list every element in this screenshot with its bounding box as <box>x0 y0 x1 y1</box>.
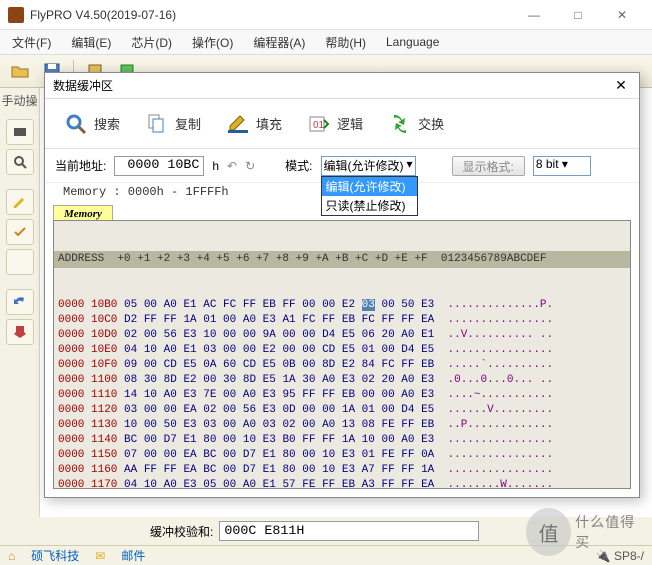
mode-option-readonly[interactable]: 只读(禁止修改) <box>322 196 417 215</box>
checksum-field[interactable] <box>219 521 479 541</box>
dock-prog-icon[interactable] <box>6 319 34 345</box>
menu-file[interactable]: 文件(F) <box>8 32 55 53</box>
mode-label: 模式: <box>285 157 312 174</box>
mode-dropdown: 编辑(允许修改) 只读(禁止修改) <box>321 176 418 216</box>
swap-button[interactable]: 交换 <box>379 107 452 141</box>
hex-header: ADDRESS +0 +1 +2 +3 +4 +5 +6 +7 +8 +9 +A… <box>54 251 630 268</box>
hex-row[interactable]: 0000 1140 BC 00 D7 E1 80 00 10 E3 B0 FF … <box>54 433 630 448</box>
home-icon[interactable]: ⌂ <box>8 549 15 563</box>
chevron-down-icon: ▾ <box>406 157 412 171</box>
svg-text:01: 01 <box>313 120 325 131</box>
menu-programmer[interactable]: 编程器(A) <box>249 32 309 53</box>
search-button[interactable]: 搜索 <box>55 107 128 141</box>
hex-row[interactable]: 0000 10D0 02 00 56 E3 10 00 00 9A 00 00 … <box>54 328 630 343</box>
menu-language[interactable]: Language <box>382 33 443 51</box>
device-name: SP8-/ <box>614 549 644 563</box>
swap-icon <box>387 111 413 137</box>
mail-icon[interactable]: ✉ <box>95 549 105 563</box>
mail-link[interactable]: 邮件 <box>121 547 145 564</box>
menu-edit[interactable]: 编辑(E) <box>67 32 115 53</box>
format-button[interactable]: 显示格式: <box>452 156 525 176</box>
hex-row[interactable]: 0000 10B0 05 00 A0 E1 AC FC FF EB FF 00 … <box>54 298 630 313</box>
logic-button[interactable]: 01逻辑 <box>298 107 371 141</box>
dock-edit-icon[interactable] <box>6 189 34 215</box>
left-dock-label: 手动操 <box>1 92 37 109</box>
format-select[interactable]: 8 bit ▾ <box>533 156 591 176</box>
addr-label: 当前地址: <box>55 157 106 174</box>
dock-chip-icon[interactable] <box>6 119 34 145</box>
hex-row[interactable]: 0000 10F0 09 00 CD E5 0A 60 CD E5 0B 00 … <box>54 358 630 373</box>
hex-row[interactable]: 0000 1110 14 10 A0 E3 7E 00 A0 E3 95 FF … <box>54 388 630 403</box>
hex-row[interactable]: 0000 10E0 04 10 A0 E1 03 00 00 E2 00 00 … <box>54 343 630 358</box>
app-icon <box>8 7 24 23</box>
copy-button[interactable]: 复制 <box>136 107 209 141</box>
dialog-close-icon[interactable]: ✕ <box>611 77 631 94</box>
hex-row[interactable]: 0000 1100 08 30 8D E2 00 30 8D E5 1A 30 … <box>54 373 630 388</box>
buffer-dialog: 数据缓冲区 ✕ 搜索 复制 填充 01逻辑 交换 当前地址: h ↶ ↻ 模式:… <box>44 72 640 498</box>
menubar: 文件(F) 编辑(E) 芯片(D) 操作(O) 编程器(A) 帮助(H) Lan… <box>0 30 652 54</box>
hex-viewer[interactable]: ADDRESS +0 +1 +2 +3 +4 +5 +6 +7 +8 +9 +A… <box>53 220 631 489</box>
history-back-icon[interactable]: ↶ <box>227 159 237 173</box>
tb-open-icon[interactable] <box>6 57 34 85</box>
menu-operate[interactable]: 操作(O) <box>188 32 237 53</box>
logic-icon: 01 <box>306 111 332 137</box>
maximize-button[interactable]: □ <box>556 1 600 29</box>
dock-blank-icon[interactable] <box>6 249 34 275</box>
hex-row[interactable]: 0000 1130 10 00 50 E3 03 00 A0 03 02 00 … <box>54 418 630 433</box>
memory-tab[interactable]: Memory <box>53 205 113 220</box>
hex-row[interactable]: 0000 1170 04 10 A0 E3 05 00 A0 E1 57 FE … <box>54 478 630 489</box>
fill-button[interactable]: 填充 <box>217 107 290 141</box>
addr-suffix: h <box>212 159 219 173</box>
close-button[interactable]: ✕ <box>600 1 644 29</box>
fill-icon <box>225 111 251 137</box>
hex-row[interactable]: 0000 1150 07 00 00 EA BC 00 D7 E1 80 00 … <box>54 448 630 463</box>
copy-icon <box>144 111 170 137</box>
address-input[interactable] <box>114 156 204 176</box>
app-title: FlyPRO V4.50(2019-07-16) <box>30 8 512 22</box>
minimize-button[interactable]: — <box>512 1 556 29</box>
device-icon: 🔌 <box>596 549 611 563</box>
dock-check-icon[interactable] <box>6 219 34 245</box>
company-link[interactable]: 硕飞科技 <box>31 547 79 564</box>
checksum-label: 缓冲校验和: <box>150 523 213 540</box>
search-icon <box>63 111 89 137</box>
mode-option-edit[interactable]: 编辑(允许修改) <box>322 177 417 196</box>
menu-chip[interactable]: 芯片(D) <box>127 32 176 53</box>
hex-row[interactable]: 0000 1160 AA FF FF EA BC 00 D7 E1 80 00 … <box>54 463 630 478</box>
hex-row[interactable]: 0000 1120 03 00 00 EA 02 00 56 E3 0D 00 … <box>54 403 630 418</box>
mode-select[interactable]: 编辑(允许修改)▾ 编辑(允许修改) 只读(禁止修改) <box>321 156 416 176</box>
dialog-title: 数据缓冲区 <box>53 77 611 94</box>
dock-undo-icon[interactable] <box>6 289 34 315</box>
hex-row[interactable]: 0000 10C0 D2 FF FF 1A 01 00 A0 E3 A1 FC … <box>54 313 630 328</box>
dock-search-icon[interactable] <box>6 149 34 175</box>
chevron-down-icon: ▾ <box>562 157 568 171</box>
menu-help[interactable]: 帮助(H) <box>321 32 370 53</box>
history-fwd-icon[interactable]: ↻ <box>245 159 255 173</box>
